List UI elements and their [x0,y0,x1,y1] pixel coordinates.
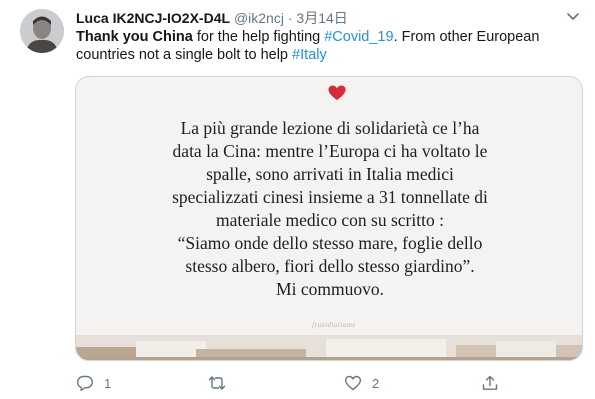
media-line: Mi commuovo. [276,279,384,299]
tweet-header: Luca IK2NCJ-IO2X-D4L @ik2ncj · 3月14日 [76,9,556,27]
retweet-icon [208,374,226,392]
tweet-text-bold: Thank you China [76,29,193,45]
user-handle[interactable]: @ik2ncj [234,10,284,26]
hashtag-italy[interactable]: #Italy [292,47,327,63]
share-button[interactable] [481,372,499,394]
media-line: stesso albero, fiori dello stesso giardi… [185,256,475,276]
media-line: data la Cina: mentre l’Europa ci ha volt… [172,141,488,161]
hashtag-covid[interactable]: #Covid_19 [324,29,393,45]
media-line: La più grande lezione di solidarietà ce … [180,118,480,138]
media-line: specializzati cinesi insieme a 31 tonnel… [172,187,488,207]
tweet-text-part1: for the help fighting [192,29,325,45]
separator: · [287,10,293,26]
like-button[interactable]: 2 [344,372,379,394]
media-photo-strip [76,335,582,360]
like-count: 2 [372,375,380,391]
display-name[interactable]: Luca IK2NCJ-IO2X-D4L [76,10,230,26]
reply-count: 1 [104,375,112,391]
reply-icon [76,374,94,392]
media-quote: La più grande lezione di solidarietà ce … [76,117,582,301]
chevron-down-icon[interactable] [565,8,581,24]
media-line: materiale medico con su scritto : [216,210,444,230]
media-line: “Siamo onde dello stesso mare, foglie de… [177,233,483,253]
retweet-button[interactable] [208,372,236,394]
media-line: spalle, sono arrivati in Italia medici [206,164,454,184]
tweet-media[interactable]: La più grande lezione di solidarietà ce … [75,76,583,361]
avatar[interactable] [20,9,64,53]
tweet-text: Thank you China for the help fighting #C… [76,28,576,64]
heart-icon [328,85,346,101]
tweet: Luca IK2NCJ-IO2X-D4L @ik2ncj · 3月14日 Tha… [0,0,595,399]
like-icon [344,374,362,392]
tweet-actions: 1 2 [76,372,556,394]
media-watermark: frasidiatiame [312,321,356,329]
reply-button[interactable]: 1 [76,372,111,394]
share-icon [481,374,499,392]
tweet-date[interactable]: 3月14日 [296,10,347,26]
